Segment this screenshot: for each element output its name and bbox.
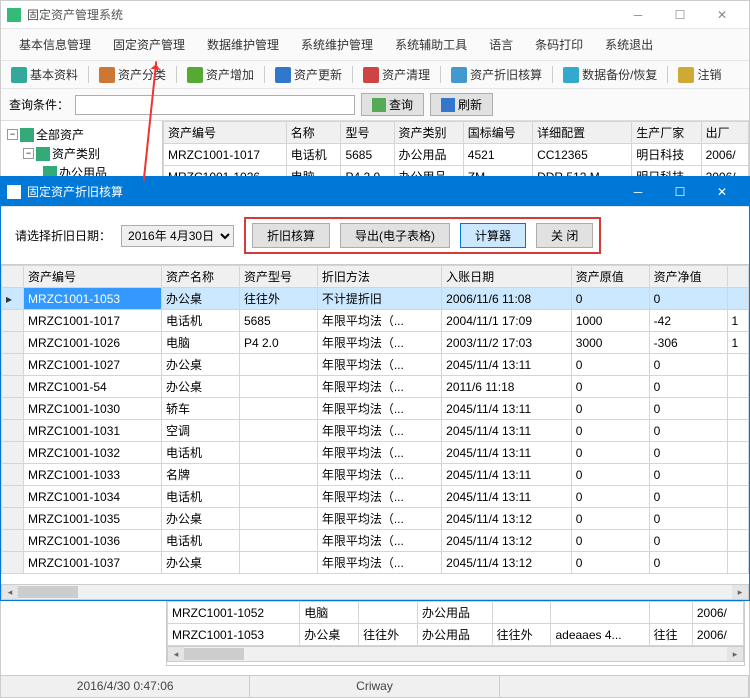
table-row[interactable]: MRZC1001-54办公桌年限平均法（...2011/6 11:1800 xyxy=(2,376,749,398)
table-row[interactable]: MRZC1001-1052电脑办公用品2006/ xyxy=(168,602,744,624)
menu-asset-mgmt[interactable]: 固定资产管理 xyxy=(103,33,195,56)
depreciation-window: 固定资产折旧核算 ─ ☐ ✕ 请选择折旧日期： 2016年 4月30日 折旧核算… xyxy=(0,176,750,601)
date-picker[interactable]: 2016年 4月30日 xyxy=(121,225,234,247)
col-header[interactable]: 资产编号 xyxy=(24,266,162,288)
main-titlebar: 固定资产管理系统 ─ ☐ ✕ xyxy=(1,1,749,29)
table-row[interactable]: MRZC1001-1017电话机5685办公用品4521CC12365明日科技2… xyxy=(164,144,749,166)
table-row[interactable]: MRZC1001-1036电话机年限平均法（...2045/11/4 13:12… xyxy=(2,530,749,552)
close-dialog-button[interactable]: 关 闭 xyxy=(536,223,593,248)
table-row[interactable]: MRZC1001-1032电话机年限平均法（...2045/11/4 13:11… xyxy=(2,442,749,464)
col-header[interactable]: 生产厂家 xyxy=(632,122,701,144)
collapse-icon[interactable]: − xyxy=(23,148,34,159)
highlighted-button-group: 折旧核算 导出(电子表格) 计算器 关 闭 xyxy=(244,217,601,254)
table-row[interactable]: MRZC1001-1053办公桌往往外不计提折旧2006/11/6 11:080… xyxy=(2,288,749,310)
col-header[interactable]: 详细配置 xyxy=(533,122,632,144)
child-app-icon xyxy=(7,185,21,199)
h-scrollbar[interactable]: ◂▸ xyxy=(167,646,744,662)
table-row[interactable]: MRZC1001-1027办公桌年限平均法（...2045/11/4 13:11… xyxy=(2,354,749,376)
folder-icon xyxy=(36,147,50,161)
tb-depreciation[interactable]: 资产折旧核算 xyxy=(445,64,548,85)
query-button[interactable]: 查询 xyxy=(361,93,424,116)
tb-logout[interactable]: 注销 xyxy=(672,64,727,85)
searchbar: 查询条件： 查询 刷新 xyxy=(1,89,749,121)
clean-icon xyxy=(363,67,379,83)
close-button[interactable]: ✕ xyxy=(701,1,743,29)
basic-icon xyxy=(11,67,27,83)
col-header[interactable]: 名称 xyxy=(286,122,341,144)
main-title: 固定资产管理系统 xyxy=(27,6,617,23)
update-icon xyxy=(275,67,291,83)
tree-category[interactable]: −资产类别 xyxy=(3,144,160,163)
col-header[interactable]: 国标编号 xyxy=(463,122,532,144)
menu-data-maint[interactable]: 数据维护管理 xyxy=(197,33,289,56)
table-row[interactable]: MRZC1001-1035办公桌年限平均法（...2045/11/4 13:12… xyxy=(2,508,749,530)
menu-basic-info[interactable]: 基本信息管理 xyxy=(9,33,101,56)
col-header[interactable]: 资产类别 xyxy=(394,122,463,144)
col-header[interactable]: 资产名称 xyxy=(162,266,240,288)
date-label: 请选择折旧日期： xyxy=(15,227,111,244)
table-row[interactable]: MRZC1001-1037办公桌年限平均法（...2045/11/4 13:12… xyxy=(2,552,749,574)
minimize-button[interactable]: ─ xyxy=(617,1,659,29)
menubar: 基本信息管理 固定资产管理 数据维护管理 系统维护管理 系统辅助工具 语言 条码… xyxy=(1,29,749,61)
tree-root[interactable]: −全部资产 xyxy=(3,125,160,144)
tb-backup[interactable]: 数据备份/恢复 xyxy=(557,64,663,85)
table-row[interactable]: MRZC1001-1017电话机5685年限平均法（...2004/11/1 1… xyxy=(2,310,749,332)
table-row[interactable]: MRZC1001-1030轿车年限平均法（...2045/11/4 13:110… xyxy=(2,398,749,420)
table-row[interactable]: MRZC1001-1034电话机年限平均法（...2045/11/4 13:11… xyxy=(2,486,749,508)
status-empty xyxy=(500,676,749,697)
col-header[interactable]: 资产净值 xyxy=(649,266,727,288)
status-time: 2016/4/30 0:47:06 xyxy=(1,676,250,697)
depreciation-icon xyxy=(451,67,467,83)
export-button[interactable]: 导出(电子表格) xyxy=(340,223,450,248)
child-minimize-button[interactable]: ─ xyxy=(617,178,659,206)
table-row[interactable]: MRZC1001-1031空调年限平均法（...2045/11/4 13:110… xyxy=(2,420,749,442)
col-header[interactable] xyxy=(727,266,748,288)
tb-basic[interactable]: 基本资料 xyxy=(5,64,84,85)
menu-sys-tools[interactable]: 系统辅助工具 xyxy=(385,33,477,56)
child-title: 固定资产折旧核算 xyxy=(27,183,617,200)
maximize-button[interactable]: ☐ xyxy=(659,1,701,29)
search-input[interactable] xyxy=(75,95,355,115)
tb-update[interactable]: 资产更新 xyxy=(269,64,348,85)
col-header[interactable]: 折旧方法 xyxy=(317,266,441,288)
calc-depreciation-button[interactable]: 折旧核算 xyxy=(252,223,330,248)
refresh-button[interactable]: 刷新 xyxy=(430,93,493,116)
col-header[interactable]: 资产编号 xyxy=(164,122,287,144)
menu-sys-maint[interactable]: 系统维护管理 xyxy=(291,33,383,56)
statusbar: 2016/4/30 0:47:06 Criway xyxy=(1,675,749,697)
add-icon xyxy=(187,67,203,83)
col-header[interactable]: 出厂 xyxy=(701,122,748,144)
tb-category[interactable]: 资产分类 xyxy=(93,64,172,85)
menu-exit[interactable]: 系统退出 xyxy=(595,33,663,56)
status-company: Criway xyxy=(250,676,499,697)
menu-barcode[interactable]: 条码打印 xyxy=(525,33,593,56)
col-header[interactable]: 型号 xyxy=(341,122,394,144)
refresh-icon xyxy=(441,98,455,112)
calculator-button[interactable]: 计算器 xyxy=(460,223,526,248)
child-h-scrollbar[interactable]: ◂▸ xyxy=(1,584,749,600)
backup-icon xyxy=(563,67,579,83)
child-maximize-button[interactable]: ☐ xyxy=(659,178,701,206)
search-label: 查询条件： xyxy=(9,96,69,113)
tb-add[interactable]: 资产增加 xyxy=(181,64,260,85)
col-header[interactable]: 资产型号 xyxy=(239,266,317,288)
table-row[interactable]: MRZC1001-1033名牌年限平均法（...2045/11/4 13:110… xyxy=(2,464,749,486)
child-close-button[interactable]: ✕ xyxy=(701,178,743,206)
table-row[interactable]: MRZC1001-1026电脑P4 2.0年限平均法（...2003/11/2 … xyxy=(2,332,749,354)
table-row[interactable]: MRZC1001-1053办公桌往往外办公用品往往外adeaaes 4...往往… xyxy=(168,624,744,646)
col-header[interactable]: 资产原值 xyxy=(571,266,649,288)
logout-icon xyxy=(678,67,694,83)
collapse-icon[interactable]: − xyxy=(7,129,18,140)
depreciation-grid[interactable]: 资产编号资产名称资产型号折旧方法入账日期资产原值资产净值MRZC1001-105… xyxy=(1,264,749,584)
folder-icon xyxy=(20,128,34,142)
tb-clean[interactable]: 资产清理 xyxy=(357,64,436,85)
toolbar: 基本资料 资产分类 资产增加 资产更新 资产清理 资产折旧核算 数据备份/恢复 … xyxy=(1,61,749,89)
col-header[interactable]: 入账日期 xyxy=(442,266,572,288)
app-icon xyxy=(7,8,21,22)
search-icon xyxy=(372,98,386,112)
menu-language[interactable]: 语言 xyxy=(479,33,523,56)
category-icon xyxy=(99,67,115,83)
